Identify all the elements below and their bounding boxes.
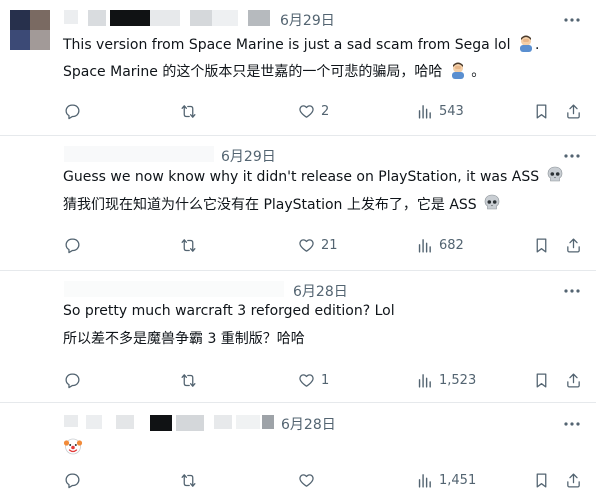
reply-post[interactable]: 6月29日 Guess we now know why it didn't re… [0, 136, 596, 271]
retweet-icon [181, 238, 196, 252]
heart-icon [299, 104, 314, 118]
post-text-zh: 所以差不多是魔兽争霸 3 重制版？哈哈 [63, 331, 305, 347]
post-date[interactable]: 6月29日 [221, 146, 276, 166]
bookmark-button[interactable] [533, 101, 550, 121]
views-button[interactable]: 543 [416, 101, 464, 121]
bookmark-icon [536, 472, 547, 488]
heart-icon [299, 373, 314, 387]
heart-icon [299, 473, 314, 487]
retweet-button[interactable] [180, 370, 203, 390]
post-date[interactable]: 6月29日 [280, 10, 335, 30]
clown-face-emoji [63, 438, 83, 455]
action-bar: 1 1,523 [0, 370, 596, 390]
retweet-button[interactable] [180, 470, 203, 490]
post-text-en: Guess we now know why it didn't release … [63, 166, 564, 187]
reply-feed: 6月29日 This version from Space Marine is … [0, 0, 596, 503]
bookmark-button[interactable] [533, 470, 550, 490]
skull-emoji [484, 194, 500, 210]
man-facepalming-emoji [519, 35, 532, 52]
share-icon [567, 237, 580, 253]
action-bar: 2 543 [0, 101, 596, 121]
post-date[interactable]: 6月28日 [281, 414, 336, 434]
reply-icon [65, 472, 80, 488]
avatar[interactable] [10, 10, 50, 50]
like-button[interactable]: 21 [298, 235, 338, 255]
man-facepalming-emoji [451, 62, 464, 79]
share-button[interactable] [565, 470, 582, 490]
views-button[interactable]: 1,451 [416, 470, 476, 490]
more-options-icon[interactable] [562, 148, 582, 164]
share-button[interactable] [565, 235, 582, 255]
reply-post[interactable]: 6月28日 So pretty much warcraft 3 reforged… [0, 271, 596, 403]
retweet-button[interactable] [180, 101, 203, 121]
reply-button[interactable] [64, 470, 87, 490]
heart-icon [299, 238, 314, 252]
reply-icon [65, 237, 80, 253]
reply-post[interactable]: 6月29日 This version from Space Marine is … [0, 0, 596, 136]
share-icon [567, 103, 580, 119]
retweet-icon [181, 104, 196, 118]
action-bar: 1,451 [0, 470, 596, 490]
reply-button[interactable] [64, 235, 87, 255]
bookmark-button[interactable] [533, 370, 550, 390]
reply-button[interactable] [64, 370, 87, 390]
bookmark-icon [536, 372, 547, 388]
views-chart-icon [418, 104, 431, 119]
post-text-zh: 猜我们现在知道为什么它没有在 PlayStation 上发布了，它是 ASS [63, 194, 501, 215]
bookmark-button[interactable] [533, 235, 550, 255]
like-button[interactable]: 1 [298, 370, 329, 390]
views-button[interactable]: 682 [416, 235, 464, 255]
views-chart-icon [418, 373, 431, 388]
skull-emoji [547, 166, 562, 182]
retweet-icon [181, 373, 196, 387]
share-button[interactable] [565, 101, 582, 121]
views-chart-icon [418, 238, 431, 253]
post-text-en: This version from Space Marine is just a… [63, 34, 539, 55]
like-button[interactable] [298, 470, 321, 490]
retweet-button[interactable] [180, 235, 203, 255]
post-text-zh: Space Marine 的这个版本只是世嘉的一个可悲的骗局，哈哈 。 [63, 61, 485, 82]
more-options-icon[interactable] [562, 416, 582, 432]
more-options-icon[interactable] [562, 12, 582, 28]
views-button[interactable]: 1,523 [416, 370, 476, 390]
post-text-en: So pretty much warcraft 3 reforged editi… [63, 303, 395, 319]
action-bar: 21 682 [0, 235, 596, 255]
more-options-icon[interactable] [562, 283, 582, 299]
like-button[interactable]: 2 [298, 101, 329, 121]
bookmark-icon [536, 237, 547, 253]
bookmark-icon [536, 103, 547, 119]
share-icon [567, 372, 580, 388]
share-icon [567, 472, 580, 488]
reply-button[interactable] [64, 101, 87, 121]
views-chart-icon [418, 473, 431, 488]
reply-post[interactable]: 6月28日 clown-face-emoji [0, 403, 596, 503]
reply-icon [65, 372, 80, 388]
reply-icon [65, 103, 80, 119]
retweet-icon [181, 473, 196, 487]
post-date[interactable]: 6月28日 [293, 281, 348, 301]
share-button[interactable] [565, 370, 582, 390]
